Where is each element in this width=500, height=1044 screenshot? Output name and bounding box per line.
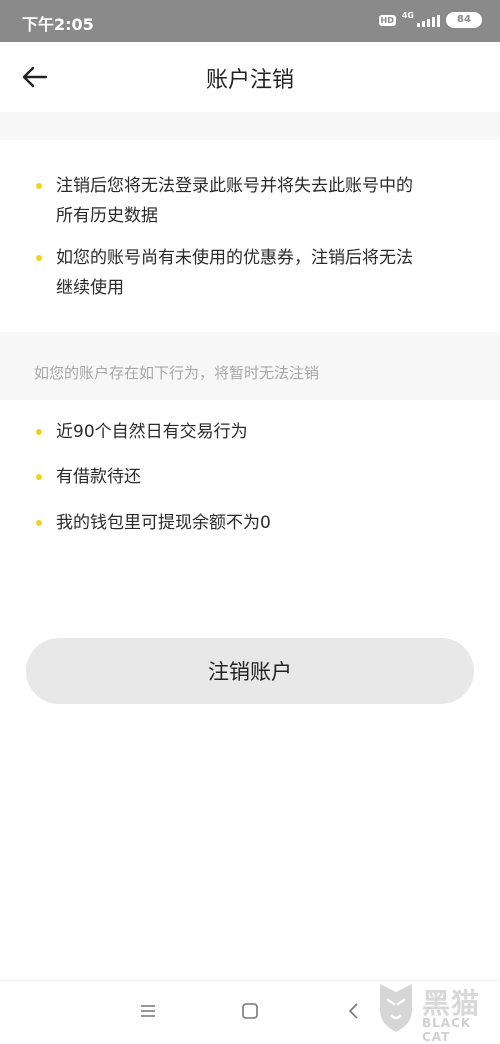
warning-text-line: 所有历史数据 — [56, 206, 158, 226]
condition-item: 近90个自然日有交易行为 — [36, 417, 248, 447]
nav-header: 账户注销 — [0, 42, 500, 112]
battery-level: 84 — [457, 14, 471, 25]
condition-text: 我的钱包里可提现余额不为0 — [56, 513, 271, 533]
home-square-icon — [242, 1003, 258, 1019]
bullet-dot-icon — [36, 183, 42, 189]
status-icons: HD 4G 84 — [378, 10, 482, 28]
conditions-section: 近90个自然日有交易行为 有借款待还 我的钱包里可提现余额不为0 — [0, 400, 500, 580]
bullet-dot-icon — [36, 520, 42, 526]
section-divider — [0, 112, 500, 140]
bullet-dot-icon — [36, 255, 42, 261]
warning-text-line: 继续使用 — [56, 278, 124, 298]
hd-icon: HD — [378, 14, 396, 26]
status-time: 下午2:05 — [22, 15, 94, 34]
cat-shield-icon — [380, 984, 412, 1032]
page-title: 账户注销 — [205, 68, 294, 93]
warning-section: 注销后您将无法登录此账号并将失去此账号中的 所有历史数据 如您的账号尚有未使用的… — [0, 140, 500, 332]
menu-icon — [141, 1005, 155, 1017]
status-bar: 下午2:05 HD 4G 84 — [0, 0, 500, 42]
condition-text: 有借款待还 — [56, 467, 141, 487]
condition-item: 我的钱包里可提现余额不为0 — [36, 508, 271, 538]
bullet-dot-icon — [36, 474, 42, 480]
warning-text-line: 注销后您将无法登录此账号并将失去此账号中的 — [56, 176, 413, 196]
condition-item: 有借款待还 — [36, 462, 141, 492]
warning-item: 如您的账号尚有未使用的优惠券，注销后将无法 继续使用 — [36, 243, 413, 303]
bullet-dot-icon — [36, 429, 42, 435]
warning-item: 注销后您将无法登录此账号并将失去此账号中的 所有历史数据 — [36, 171, 413, 231]
signal-icon — [417, 14, 440, 27]
system-back-button[interactable] — [342, 999, 366, 1023]
network-type: 4G — [401, 10, 414, 20]
condition-note: 如您的账户存在如下行为，将暂时无法注销 — [34, 364, 320, 382]
battery-icon: 84 — [446, 12, 482, 28]
back-chevron-icon — [348, 1003, 358, 1019]
watermark: 黑猫 BLACK CAT — [374, 980, 494, 1044]
home-button[interactable] — [238, 999, 262, 1023]
condition-text: 近90个自然日有交易行为 — [56, 422, 248, 442]
menu-button[interactable] — [136, 999, 160, 1023]
cancel-account-button[interactable]: 注销账户 — [26, 638, 474, 704]
note-band: 如您的账户存在如下行为，将暂时无法注销 — [0, 332, 500, 400]
warning-text-line: 如您的账号尚有未使用的优惠券，注销后将无法 — [56, 248, 413, 268]
